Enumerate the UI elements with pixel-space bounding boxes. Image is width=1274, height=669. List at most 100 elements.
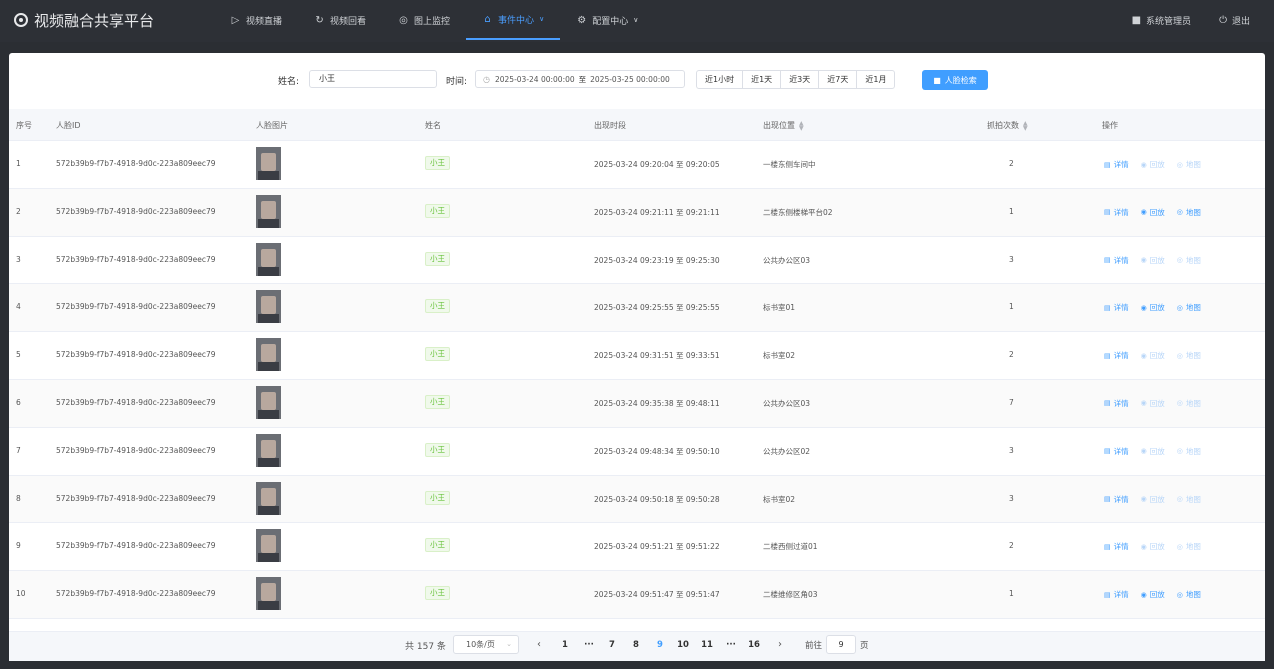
header-location[interactable]: 出现位置 ▲ ▼ xyxy=(763,120,804,131)
sort-icon[interactable]: ▲ ▼ xyxy=(799,120,804,131)
face-thumbnail[interactable] xyxy=(256,385,281,419)
page-ellipsis[interactable]: ··· xyxy=(721,636,741,654)
document-icon: ▤ xyxy=(1104,208,1111,217)
playback-button[interactable]: ◉ 回放 xyxy=(1141,255,1165,266)
cell-face-id: 572b39b9-f7b7-4918-9d0c-223a809eec79 xyxy=(56,206,216,216)
face-thumbnail[interactable] xyxy=(256,481,281,515)
page-number[interactable]: 7 xyxy=(602,636,622,654)
page-size-select[interactable]: 10条/页 ⌄ xyxy=(453,635,519,654)
page-number[interactable]: 10 xyxy=(673,636,693,654)
header-count[interactable]: 抓拍次数 ▲ ▼ xyxy=(987,120,1028,131)
face-thumbnail[interactable] xyxy=(256,433,281,467)
playback-button[interactable]: ◉ 回放 xyxy=(1141,350,1165,361)
map-button[interactable]: ◎ 地图 xyxy=(1177,350,1201,361)
prev-page-button[interactable]: ‹ xyxy=(530,636,548,654)
header-face-id: 人脸ID xyxy=(56,121,81,130)
cell-time: 2025-03-24 09:23:19 至 09:25:30 xyxy=(594,255,720,265)
cell-time: 2025-03-24 09:31:51 至 09:33:51 xyxy=(594,351,720,361)
nav-item-0[interactable]: ▷ 视频直播 xyxy=(214,0,298,40)
map-button[interactable]: ◎ 地图 xyxy=(1177,541,1201,552)
page-number[interactable]: 9 xyxy=(650,636,670,654)
map-label: 地图 xyxy=(1185,255,1201,265)
map-pin-icon: ◎ xyxy=(1176,160,1183,169)
cell-face-id: 572b39b9-f7b7-4918-9d0c-223a809eec79 xyxy=(56,541,216,551)
page-number[interactable]: 8 xyxy=(626,636,646,654)
face-body xyxy=(258,314,279,324)
detail-button[interactable]: ▤ 详情 xyxy=(1104,446,1129,457)
cell-count: 3 xyxy=(1009,493,1014,503)
range-end[interactable]: 2025-03-25 00:00:00 xyxy=(590,75,670,84)
playback-button[interactable]: ◉ 回放 xyxy=(1141,302,1165,313)
cell-face-id: 572b39b9-f7b7-4918-9d0c-223a809eec79 xyxy=(56,589,216,599)
map-button[interactable]: ◎ 地图 xyxy=(1177,159,1201,170)
chevron-down-icon: ∨ xyxy=(633,16,639,24)
nav-item-label: 事件中心 xyxy=(498,15,535,26)
face-thumbnail[interactable] xyxy=(256,290,281,324)
playback-button[interactable]: ◉ 回放 xyxy=(1141,541,1165,552)
detail-button[interactable]: ▤ 详情 xyxy=(1104,398,1129,409)
quick-range-button[interactable]: 近1月 xyxy=(857,71,894,88)
map-button[interactable]: ◎ 地图 xyxy=(1177,446,1201,457)
face-body xyxy=(258,362,279,372)
nav-item-4[interactable]: ⚙ 配置中心 ∨ xyxy=(560,0,654,40)
quick-range-button[interactable]: 近7天 xyxy=(819,71,858,88)
playback-button[interactable]: ◉ 回放 xyxy=(1141,398,1165,409)
cell-face-id: 572b39b9-f7b7-4918-9d0c-223a809eec79 xyxy=(56,397,216,407)
face-search-button[interactable]: ■ 人脸检索 xyxy=(922,70,988,90)
face-thumbnail[interactable] xyxy=(256,338,281,372)
detail-button[interactable]: ▤ 详情 xyxy=(1104,494,1129,505)
nav-item-1[interactable]: ↻ 视频回看 xyxy=(298,0,382,40)
map-button[interactable]: ◎ 地图 xyxy=(1177,589,1201,600)
map-button[interactable]: ◎ 地图 xyxy=(1177,398,1201,409)
table-row: 2 572b39b9-f7b7-4918-9d0c-223a809eec79 小王 2… xyxy=(9,188,1265,237)
face-thumbnail[interactable] xyxy=(256,577,281,611)
page-ellipsis[interactable]: ··· xyxy=(579,636,599,654)
chevron-down-icon: ⌄ xyxy=(506,640,512,648)
nav-item-2[interactable]: ◎ 图上监控 xyxy=(382,0,466,40)
logout-button[interactable]: ⏻ 退出 xyxy=(1219,14,1250,27)
face-thumbnail[interactable] xyxy=(256,242,281,276)
face-body xyxy=(258,409,279,419)
chevron-down-icon: ∨ xyxy=(539,15,545,23)
nav-item-3[interactable]: ⌂ 事件中心 ∨ xyxy=(466,0,561,40)
playback-button[interactable]: ◉ 回放 xyxy=(1141,159,1165,170)
playback-button[interactable]: ◉ 回放 xyxy=(1141,207,1165,218)
detail-button[interactable]: ▤ 详情 xyxy=(1104,350,1129,361)
user-menu[interactable]: ■ 系统管理员 xyxy=(1132,14,1191,27)
detail-button[interactable]: ▤ 详情 xyxy=(1104,302,1129,313)
face-thumbnail[interactable] xyxy=(256,529,281,563)
detail-button[interactable]: ▤ 详情 xyxy=(1104,207,1129,218)
face-thumbnail[interactable] xyxy=(256,147,281,180)
range-start[interactable]: 2025-03-24 00:00:00 xyxy=(495,75,575,84)
page-number[interactable]: 16 xyxy=(744,636,764,654)
goto-page-input[interactable]: 9 xyxy=(826,635,856,654)
time-range-picker[interactable]: ◷ 2025-03-24 00:00:00 至 2025-03-25 00:00… xyxy=(475,70,685,88)
page-number[interactable]: 1 xyxy=(555,636,575,654)
face-search-label: 人脸检索 xyxy=(944,75,977,85)
quick-range-button[interactable]: 近3天 xyxy=(781,71,820,88)
face-thumbnail[interactable] xyxy=(256,194,281,228)
detail-button[interactable]: ▤ 详情 xyxy=(1104,159,1129,170)
map-button[interactable]: ◎ 地图 xyxy=(1177,494,1201,505)
playback-button[interactable]: ◉ 回放 xyxy=(1141,494,1165,505)
map-button[interactable]: ◎ 地图 xyxy=(1177,302,1201,313)
cell-time: 2025-03-24 09:21:11 至 09:21:11 xyxy=(594,207,720,217)
page-number[interactable]: 11 xyxy=(697,636,717,654)
playback-label: 回放 xyxy=(1149,351,1165,361)
detail-button[interactable]: ▤ 详情 xyxy=(1104,255,1129,266)
detail-button[interactable]: ▤ 详情 xyxy=(1104,589,1129,600)
next-page-button[interactable]: › xyxy=(771,636,789,654)
playback-button[interactable]: ◉ 回放 xyxy=(1141,589,1165,600)
quick-range-button[interactable]: 近1小时 xyxy=(697,71,744,88)
map-button[interactable]: ◎ 地图 xyxy=(1177,207,1201,218)
map-button[interactable]: ◎ 地图 xyxy=(1177,255,1201,266)
playback-label: 回放 xyxy=(1149,542,1165,552)
playback-button[interactable]: ◉ 回放 xyxy=(1141,446,1165,457)
document-icon: ▤ xyxy=(1104,495,1111,504)
detail-button[interactable]: ▤ 详情 xyxy=(1104,541,1129,552)
name-filter-input[interactable]: 小王 xyxy=(309,70,437,88)
map-label: 地图 xyxy=(1185,590,1201,600)
sort-icon[interactable]: ▲ ▼ xyxy=(1023,120,1028,131)
quick-range-button[interactable]: 近1天 xyxy=(743,71,782,88)
play-circle-icon: ◉ xyxy=(1140,256,1147,265)
